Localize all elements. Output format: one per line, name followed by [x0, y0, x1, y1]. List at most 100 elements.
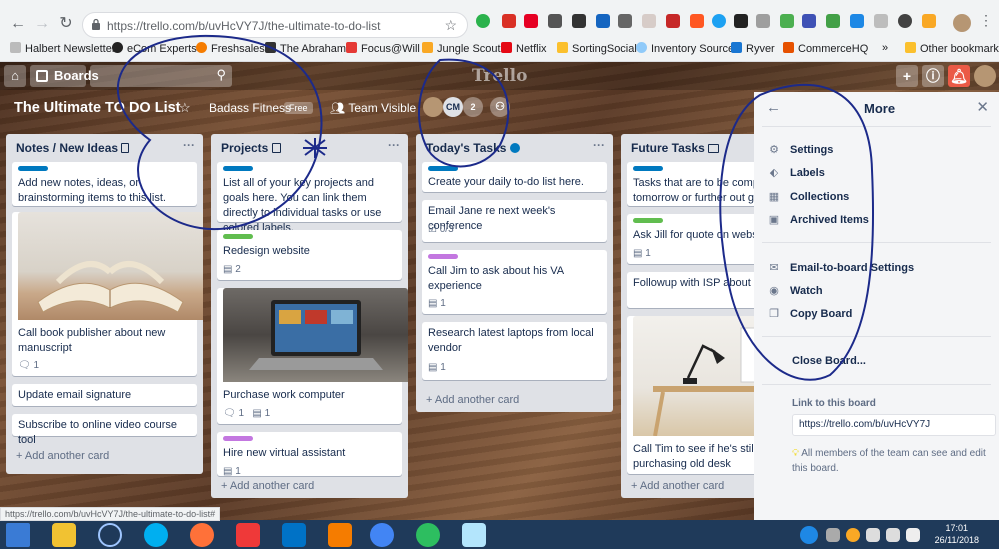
boards-button[interactable]: Boards	[30, 65, 99, 87]
board-title[interactable]: The Ultimate TO DO List	[14, 100, 181, 116]
ext-icon[interactable]	[596, 14, 610, 28]
ext-icon[interactable]	[572, 14, 586, 28]
member-avatar[interactable]	[974, 65, 996, 87]
clock[interactable]: 17:01 26/11/2018	[935, 522, 979, 546]
member-avatar[interactable]	[423, 97, 443, 117]
list-menu-icon[interactable]: ···	[593, 138, 605, 152]
bookmark-item[interactable]: SortingSocial	[557, 42, 637, 55]
star-icon[interactable]: ☆	[179, 100, 191, 116]
ext-icon[interactable]	[780, 14, 794, 28]
app-icon[interactable]	[328, 523, 352, 547]
bookmark-item[interactable]: Focus@Will	[346, 42, 420, 55]
ext-icon[interactable]	[756, 14, 770, 28]
ext-icon[interactable]	[922, 14, 936, 28]
menu-item-collections[interactable]: ▦ Collections	[768, 190, 850, 206]
ext-icon[interactable]	[666, 14, 680, 28]
list-title[interactable]: Notes / New Ideas	[16, 141, 130, 155]
vivaldi-icon[interactable]	[236, 523, 260, 547]
menu-item-close-board[interactable]: Close Board...	[792, 355, 866, 371]
card[interactable]: Purchase work computer 🗨︎ 1 ▤ 1	[217, 288, 408, 424]
reload-icon[interactable]: ↻	[56, 14, 76, 34]
bookmark-item[interactable]: Ryver	[731, 42, 775, 55]
visibility-button[interactable]: 👥︎ Team Visible	[330, 101, 416, 115]
chrome-menu-icon[interactable]: ⋮	[979, 12, 993, 29]
info-icon[interactable]: ⓘ	[922, 65, 944, 87]
firefox-icon[interactable]	[190, 523, 214, 547]
bookmarks-overflow[interactable]: »	[882, 42, 888, 54]
list-title[interactable]: Future Tasks	[631, 141, 720, 155]
menu-item-archived[interactable]: ▣ Archived Items	[768, 213, 869, 229]
tray-icon[interactable]	[846, 528, 860, 542]
start-button-icon[interactable]	[6, 523, 30, 547]
ext-icon[interactable]	[826, 14, 840, 28]
ext-icon[interactable]	[690, 14, 704, 28]
card[interactable]: Add new notes, ideas, or brainstorming i…	[12, 162, 197, 206]
menu-item-watch[interactable]: ◉ Watch	[768, 284, 822, 300]
list-title[interactable]: Today's Tasks	[426, 141, 520, 155]
ext-icon[interactable]	[502, 14, 516, 28]
address-bar[interactable]: https://trello.com/b/uvHcVY7J/the-ultima…	[82, 12, 468, 38]
menu-item-settings[interactable]: ⚙ Settings	[768, 143, 833, 159]
notifications-icon[interactable]: 🔔︎	[948, 65, 970, 87]
bookmark-item[interactable]: eCom Experts	[112, 42, 197, 55]
profile-avatar[interactable]	[953, 14, 971, 32]
ext-icon[interactable]	[734, 14, 748, 28]
bookmark-star-icon[interactable]: ☆	[444, 17, 457, 34]
add-icon[interactable]: +	[896, 65, 918, 87]
list-title[interactable]: Projects	[221, 141, 281, 155]
add-card-button[interactable]: + Add another card	[426, 394, 519, 406]
ext-icon[interactable]	[874, 14, 888, 28]
ext-icon[interactable]	[850, 14, 864, 28]
bookmark-item[interactable]: Inventory Source	[636, 42, 734, 55]
card[interactable]: Subscribe to online video course tool	[12, 414, 197, 446]
outlook-icon[interactable]	[282, 523, 306, 547]
evernote-ext-icon[interactable]	[476, 14, 490, 28]
other-bookmarks[interactable]: Other bookmarks	[905, 42, 999, 55]
invite-icon[interactable]: ⚇	[490, 97, 510, 117]
list-menu-icon[interactable]: ···	[183, 138, 195, 152]
bookmark-item[interactable]: CommerceHQ	[783, 42, 868, 55]
search-input[interactable]: ⚲	[90, 65, 232, 87]
bookmark-item[interactable]: Jungle Scout	[422, 42, 501, 55]
ext-icon[interactable]	[642, 14, 656, 28]
card[interactable]: Call book publisher about new manuscript…	[12, 212, 203, 376]
card[interactable]: Research latest laptops from local vendo…	[422, 322, 607, 380]
member-initials[interactable]: CM	[443, 97, 463, 117]
cortana-icon[interactable]	[98, 523, 122, 547]
file-explorer-icon[interactable]	[52, 523, 76, 547]
member-count[interactable]: 2	[463, 97, 483, 117]
ext-icon[interactable]	[898, 14, 912, 28]
ext-icon[interactable]	[802, 14, 816, 28]
bookmark-item[interactable]: The Abraham	[265, 42, 346, 55]
menu-item-labels[interactable]: ⬖ Labels	[768, 166, 825, 182]
ext-icon[interactable]	[548, 14, 562, 28]
chrome-icon[interactable]	[370, 523, 394, 547]
add-card-button[interactable]: + Add another card	[221, 480, 314, 492]
list-menu-icon[interactable]: ···	[388, 138, 400, 152]
ext-icon[interactable]	[712, 14, 726, 28]
close-icon[interactable]: ✕	[976, 98, 989, 116]
back-arrow-icon[interactable]: ←	[8, 14, 28, 34]
card[interactable]: Create your daily to-do list here.	[422, 162, 607, 192]
help-icon[interactable]	[800, 526, 818, 544]
ext-icon[interactable]	[524, 14, 538, 28]
back-arrow-icon[interactable]: ←	[766, 99, 781, 116]
menu-item-copy-board[interactable]: ❐ Copy Board	[768, 307, 852, 323]
forward-arrow-icon[interactable]: →	[32, 14, 52, 34]
card[interactable]: Hire new virtual assistant ▤ 1	[217, 432, 402, 477]
add-card-button[interactable]: + Add another card	[631, 480, 724, 492]
skype-icon[interactable]	[144, 523, 168, 547]
card[interactable]: Call Jim to ask about his VA experience …	[422, 250, 607, 314]
home-icon[interactable]: ⌂	[4, 65, 26, 87]
add-card-button[interactable]: + Add another card	[16, 450, 109, 462]
volume-icon[interactable]	[866, 528, 880, 542]
bookmark-item[interactable]: Freshsales	[196, 42, 265, 55]
board-link-input[interactable]: https://trello.com/b/uvHcVY7J	[792, 414, 996, 436]
keyboard-icon[interactable]	[906, 528, 920, 542]
team-name[interactable]: Badass Fitness	[209, 101, 291, 115]
card[interactable]: Redesign website ▤ 2	[217, 230, 402, 280]
card[interactable]: List all of your key projects and goals …	[217, 162, 402, 234]
card[interactable]: Email Jane re next week's conference ☑ 0…	[422, 200, 607, 242]
app-icon[interactable]	[462, 523, 486, 547]
tray-icon[interactable]	[826, 528, 840, 542]
